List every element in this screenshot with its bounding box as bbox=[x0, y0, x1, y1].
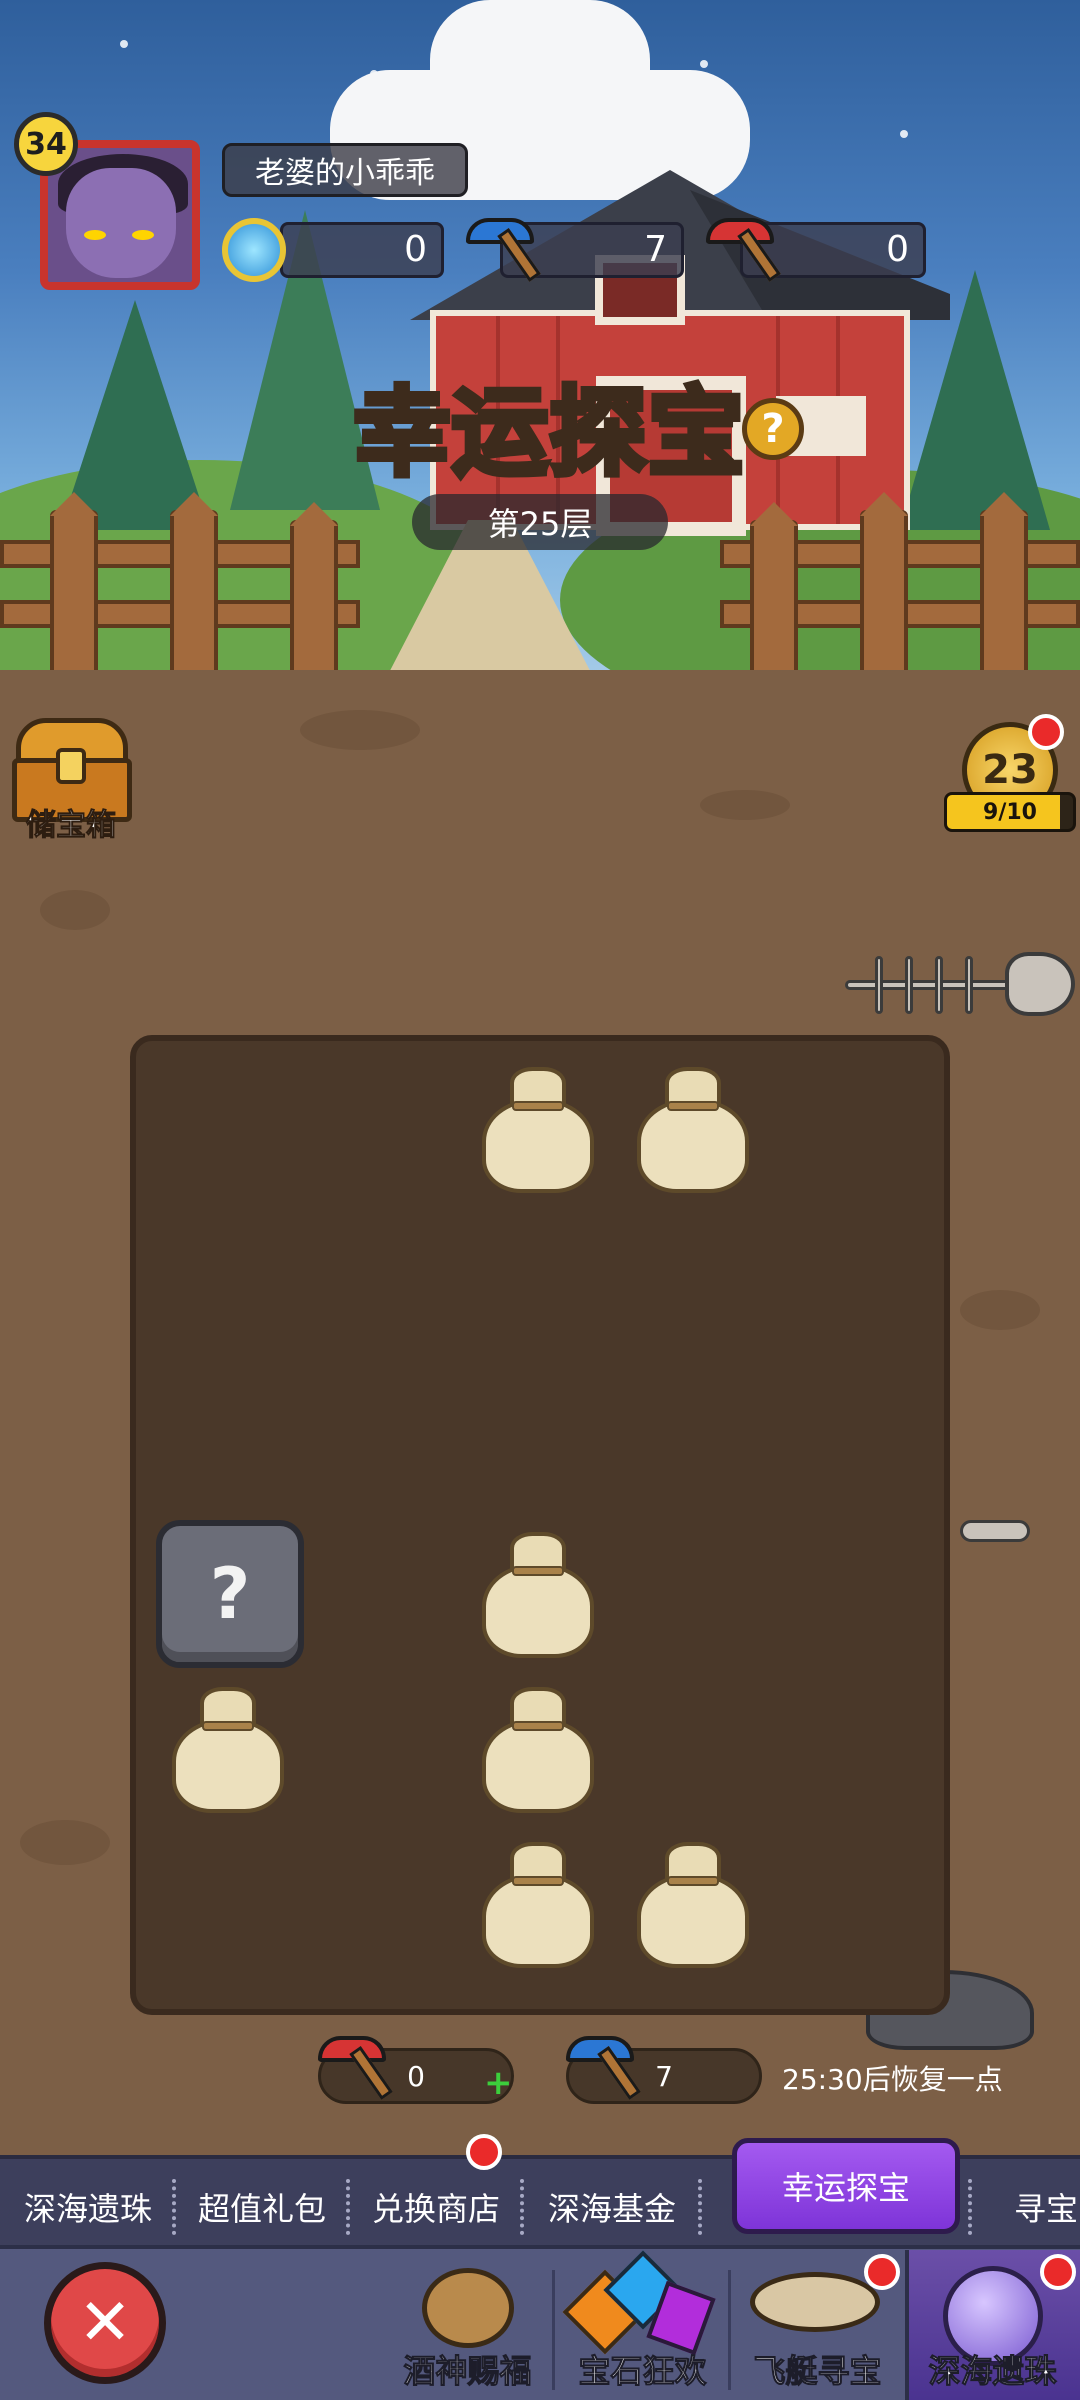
pine-tree bbox=[60, 300, 210, 530]
coin-progress-bar: 9/10 bbox=[944, 792, 1076, 832]
tab-value-pack[interactable]: 超值礼包 bbox=[176, 2159, 348, 2254]
ship-wheel-icon bbox=[422, 2268, 514, 2348]
game-title: 幸运探宝 bbox=[351, 375, 747, 491]
add-pickaxe-button[interactable]: + bbox=[484, 2066, 513, 2100]
cloud bbox=[430, 0, 650, 160]
treasure-bag-icon[interactable] bbox=[460, 1049, 615, 1204]
fish-skeleton-decoration bbox=[845, 940, 1075, 1030]
close-button[interactable]: ✕ bbox=[44, 2262, 166, 2384]
fence-right bbox=[720, 500, 1080, 680]
floor-label: 第25层 bbox=[412, 494, 668, 550]
star-icon bbox=[120, 40, 128, 48]
help-icon[interactable]: ? bbox=[742, 398, 804, 460]
tab-deep-sea-pearl[interactable]: 深海遗珠 bbox=[0, 2159, 176, 2254]
treasure-bag-icon[interactable] bbox=[460, 1514, 615, 1669]
gem-icon bbox=[222, 218, 286, 282]
dock-wine-god-blessing[interactable]: 酒神赐福 bbox=[380, 2262, 555, 2400]
tab-lucky-treasure[interactable]: 幸运探宝 bbox=[732, 2138, 960, 2234]
notification-dot bbox=[1040, 2254, 1076, 2290]
dock-label: 深海遗珠 bbox=[928, 2352, 1057, 2391]
fence-left bbox=[0, 500, 360, 680]
regen-timer: 25:30后恢复一点 bbox=[782, 2063, 1003, 2096]
mystery-tile[interactable]: ? bbox=[150, 1514, 305, 1669]
dock-label: 宝石狂欢 bbox=[578, 2352, 707, 2391]
mystery-icon: ? bbox=[156, 1520, 304, 1668]
treasure-bag-icon[interactable] bbox=[460, 1669, 615, 1824]
treasure-bag-icon[interactable] bbox=[615, 1824, 770, 1979]
gem-counter: 0 bbox=[280, 222, 444, 278]
treasure-bag-icon[interactable] bbox=[460, 1824, 615, 1979]
notification-dot bbox=[466, 2134, 502, 2170]
chest-label: 储宝箱 bbox=[26, 808, 117, 844]
airship-icon bbox=[750, 2272, 880, 2332]
treasure-bag-icon[interactable] bbox=[150, 1669, 305, 1824]
notification-dot bbox=[864, 2254, 900, 2290]
bone-decoration bbox=[960, 1520, 1030, 1542]
tab-deep-sea-fund[interactable]: 深海基金 bbox=[524, 2159, 700, 2254]
notification-dot bbox=[1028, 714, 1064, 750]
dock-gem-carnival[interactable]: 宝石狂欢 bbox=[555, 2250, 730, 2400]
player-name: 老婆的小乖乖 bbox=[222, 143, 468, 197]
blue-pickaxe-icon bbox=[466, 212, 541, 282]
tab-exchange-shop[interactable]: 兑换商店 bbox=[350, 2159, 522, 2254]
progress-text: 9/10 bbox=[983, 799, 1037, 825]
treasure-bag-icon[interactable] bbox=[615, 1049, 770, 1204]
red-pickaxe-icon bbox=[318, 2030, 393, 2100]
red-pickaxe-icon bbox=[706, 212, 781, 282]
farm-background bbox=[0, 0, 1080, 680]
dock-label: 飞艇寻宝 bbox=[753, 2352, 882, 2391]
dock-label: 酒神赐福 bbox=[403, 2352, 532, 2391]
level-badge: 34 bbox=[14, 112, 78, 176]
tab-treasure-hunt[interactable]: 寻宝 bbox=[988, 2159, 1080, 2254]
star-icon bbox=[900, 130, 908, 138]
blue-pickaxe-icon bbox=[566, 2030, 641, 2100]
treasure-grid: ? bbox=[130, 1035, 950, 2015]
star-icon bbox=[700, 60, 708, 68]
